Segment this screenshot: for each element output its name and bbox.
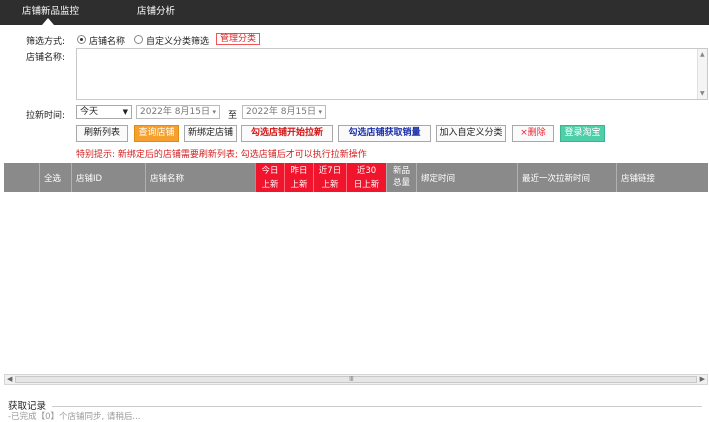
bind-time-header[interactable]: 绑定时间 [416,163,517,192]
last-pull-header[interactable]: 最近一次拉新时间 [517,163,616,192]
scroll-down-icon[interactable]: ▼ [700,90,705,97]
start-date-value: 2022年 8月15日 [140,107,210,117]
radio-shop-name[interactable] [77,35,86,44]
today-new-header[interactable]: 今日 上新 [255,163,284,192]
textarea-scrollbar[interactable]: ▲ ▼ [697,49,707,99]
notice-text: 特别提示: 新绑定后的店铺需要刷新列表; 勾选店铺后才可以执行拉新操作 [76,150,367,160]
new-total-header[interactable]: 新品 总量 [386,163,416,192]
scrollbar-thumb[interactable] [15,376,697,383]
grip-icon: Ⅲ [349,375,354,383]
time-range-value: 今天 [80,107,99,117]
scroll-right-icon[interactable]: ▶ [700,375,705,383]
month-new-header[interactable]: 近30 日上新 [346,163,386,192]
week-new-header[interactable]: 近7日 上新 [313,163,346,192]
scroll-left-icon[interactable]: ◀ [7,375,12,383]
top-tab-bar: 店铺新品监控 店铺分析 [0,0,709,25]
select-all-header[interactable]: 全选 [39,163,71,192]
active-tab-caret-icon [42,18,54,25]
bind-shop-button[interactable]: 新绑定店铺 [184,125,237,142]
radio-shop-name-label[interactable]: 店铺名称 [89,34,125,47]
shop-name-textarea[interactable]: ▲ ▼ [76,48,708,100]
footer-divider [52,406,702,407]
query-shop-button[interactable]: 查询店铺 [134,125,179,142]
tab-shop-analysis[interactable]: 店铺分析 [137,3,175,17]
add-category-button[interactable]: 加入自定义分类 [436,125,506,142]
time-range-select[interactable]: 今天 ▼ [76,105,132,119]
chevron-down-icon: ▾ [318,108,322,116]
end-date-value: 2022年 8月15日 [246,107,316,117]
horizontal-scrollbar[interactable]: ◀ Ⅲ ▶ [4,374,708,385]
end-date-picker[interactable]: 2022年 8月15日 ▾ [242,105,326,119]
refresh-list-button[interactable]: 刷新列表 [76,125,128,142]
radio-custom-category[interactable] [134,35,143,44]
chevron-down-icon: ▼ [122,108,128,116]
filter-label: 筛选方式: [26,37,66,47]
chevron-down-icon: ▾ [212,108,216,116]
scroll-up-icon[interactable]: ▲ [700,51,705,58]
shop-id-header[interactable]: 店铺ID [71,163,145,192]
manage-category-button[interactable]: 管理分类 [216,33,261,45]
shop-link-header[interactable]: 店铺链接 [616,163,708,192]
fetch-sales-button[interactable]: 勾选店铺获取销量 [338,125,431,142]
start-pull-button[interactable]: 勾选店铺开始拉新 [241,125,333,142]
date-separator: 至 [228,111,238,121]
shop-name-label: 店铺名称: [26,53,66,63]
shop-name-header[interactable]: 店铺名称 [145,163,255,192]
table-header: 全选 店铺ID 店铺名称 今日 上新 昨日 上新 近7日 上新 近30 日上新 新品 总量… [4,163,708,192]
fetch-log-text: -已完成【0】个店铺同步, 请稍后... [8,412,141,422]
tab-shop-new-monitor[interactable]: 店铺新品监控 [22,3,79,17]
yesterday-new-header[interactable]: 昨日 上新 [284,163,313,192]
radio-custom-category-label[interactable]: 自定义分类筛选 [146,34,209,47]
pull-time-label: 拉新时间: [26,111,66,121]
delete-button[interactable]: ×删除 [512,125,554,142]
login-taobao-button[interactable]: 登录淘宝 [560,125,605,142]
start-date-picker[interactable]: 2022年 8月15日 ▾ [136,105,220,119]
